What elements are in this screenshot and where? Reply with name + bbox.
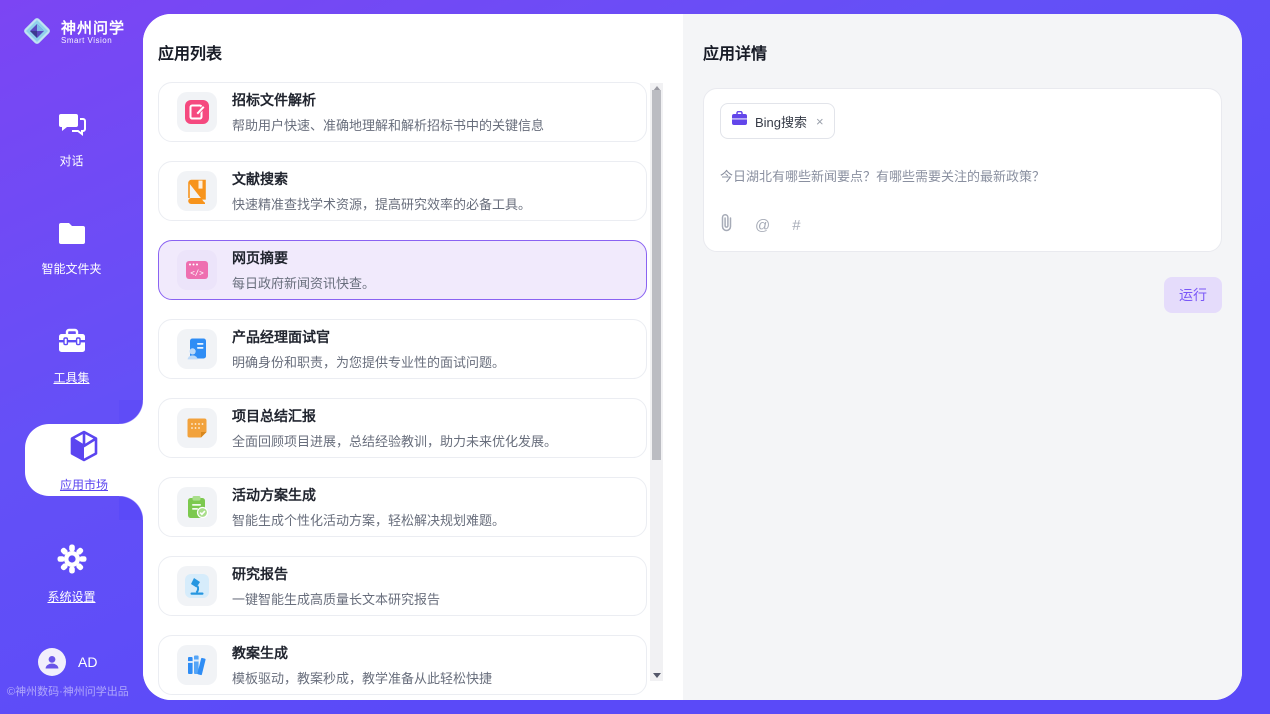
app-name: 招标文件解析 (232, 90, 544, 110)
app-detail-title: 应用详情 (703, 40, 1222, 64)
run-row: 运行 (703, 277, 1222, 313)
scrollbar-down-arrow[interactable] (653, 673, 661, 678)
gem-logo-icon (20, 14, 54, 53)
app-name: 文献搜索 (232, 169, 531, 189)
tool-chip-label: Bing搜索 (755, 112, 807, 131)
sidebar-item-label: 应用市场 (25, 476, 143, 493)
hashtag-icon[interactable]: # (792, 217, 800, 234)
app-card-bid-analysis[interactable]: 招标文件解析 帮助用户快速、准确地理解和解析招标书中的关键信息 (158, 82, 647, 142)
app-description: 快速精准查找学术资源，提高研究效率的必备工具。 (232, 194, 531, 213)
edit-document-icon (177, 92, 217, 132)
sidebar-item-label: 系统设置 (0, 588, 143, 605)
sidebar: 神州问学 Smart Vision 对话 智能文件夹 (0, 0, 143, 714)
sidebar-item-settings[interactable]: 系统设置 (0, 544, 143, 605)
app-list: 招标文件解析 帮助用户快速、准确地理解和解析招标书中的关键信息 文献搜索 快速精… (158, 82, 647, 700)
run-button[interactable]: 运行 (1164, 277, 1222, 313)
briefcase-icon (731, 111, 748, 131)
interview-doc-icon (177, 329, 217, 369)
content-frame: 应用列表 招标文件解析 帮助用户快速、准确地理解和解析招标书中的关键信息 (143, 14, 1242, 700)
app-list-title: 应用列表 (158, 40, 683, 64)
user-account[interactable]: AD (38, 648, 97, 676)
close-icon[interactable]: × (816, 114, 824, 129)
app-card-research-report[interactable]: 研究报告 一键智能生成高质量长文本研究报告 (158, 556, 647, 616)
app-card-literature-search[interactable]: 文献搜索 快速精准查找学术资源，提高研究效率的必备工具。 (158, 161, 647, 221)
books-icon (177, 645, 217, 685)
sidebar-item-label: 对话 (0, 152, 143, 169)
sidebar-item-label: 智能文件夹 (0, 260, 143, 277)
tool-chip-bing-search[interactable]: Bing搜索 × (720, 103, 835, 139)
app-name: 教案生成 (232, 643, 492, 663)
sidebar-item-app-market[interactable]: 应用市场 (25, 430, 143, 493)
web-code-icon: </> (177, 250, 217, 290)
app-description: 智能生成个性化活动方案，轻松解决规划难题。 (232, 510, 505, 529)
query-input[interactable]: 今日湖北有哪些新闻要点？有哪些需要关注的最新政策？ (720, 166, 1205, 185)
attachment-toolbar: @ # (720, 213, 801, 237)
app-card-lesson-plan[interactable]: 教案生成 模板驱动，教案秒成，教学准备从此轻松快捷 (158, 635, 647, 695)
scrollbar-thumb[interactable] (652, 90, 661, 460)
brand-subtitle: Smart Vision (61, 37, 125, 45)
app-name: 网页摘要 (232, 248, 375, 268)
sidebar-item-chat[interactable]: 对话 (0, 112, 143, 169)
sticky-note-icon (177, 408, 217, 448)
cube-icon (69, 449, 99, 466)
avatar (38, 648, 66, 676)
brand-name: 神州问学 (61, 21, 125, 37)
app-name: 项目总结汇报 (232, 406, 557, 426)
toolbox-icon (57, 328, 87, 360)
bubble-corner-bottom (119, 496, 143, 520)
app-name: 研究报告 (232, 564, 440, 584)
folder-icon (57, 221, 87, 251)
gear-icon (57, 544, 87, 579)
app-description: 帮助用户快速、准确地理解和解析招标书中的关键信息 (232, 115, 544, 134)
sidebar-item-toolset[interactable]: 工具集 (0, 328, 143, 386)
user-name: AD (78, 654, 97, 670)
mention-icon[interactable]: @ (755, 217, 770, 234)
copyright-text: ©神州数码·神州问学出品 (7, 683, 129, 699)
app-name: 产品经理面试官 (232, 327, 505, 347)
query-card[interactable]: Bing搜索 × 今日湖北有哪些新闻要点？有哪些需要关注的最新政策？ @ # (703, 88, 1222, 252)
app-description: 一键智能生成高质量长文本研究报告 (232, 589, 440, 608)
book-icon (177, 171, 217, 211)
bubble-corner-top (119, 400, 143, 424)
app-description: 模板驱动，教案秒成，教学准备从此轻松快捷 (232, 668, 492, 687)
app-description: 每日政府新闻资讯快查。 (232, 273, 375, 292)
svg-text:</>: </> (190, 269, 204, 278)
app-card-project-summary[interactable]: 项目总结汇报 全面回顾项目进展，总结经验教训，助力未来优化发展。 (158, 398, 647, 458)
list-scrollbar[interactable] (650, 83, 663, 681)
app-name: 活动方案生成 (232, 485, 505, 505)
app-description: 明确身份和职责，为您提供专业性的面试问题。 (232, 352, 505, 371)
sidebar-item-label: 工具集 (0, 369, 143, 386)
app-card-web-summary[interactable]: </> 网页摘要 每日政府新闻资讯快查。 (158, 240, 647, 300)
microscope-icon (177, 566, 217, 606)
brand-logo: 神州问学 Smart Vision (20, 14, 125, 53)
app-list-panel: 应用列表 招标文件解析 帮助用户快速、准确地理解和解析招标书中的关键信息 (143, 14, 683, 700)
clipboard-check-icon (177, 487, 217, 527)
app-card-pm-interviewer[interactable]: 产品经理面试官 明确身份和职责，为您提供专业性的面试问题。 (158, 319, 647, 379)
app-card-event-plan[interactable]: 活动方案生成 智能生成个性化活动方案，轻松解决规划难题。 (158, 477, 647, 537)
app-detail-panel: 应用详情 Bing搜索 × 今日湖北有哪些新闻要点？有哪些需要关注的最新政策？ (683, 14, 1242, 700)
app-description: 全面回顾项目进展，总结经验教训，助力未来优化发展。 (232, 431, 557, 450)
sidebar-item-smart-folder[interactable]: 智能文件夹 (0, 221, 143, 277)
paperclip-icon[interactable] (720, 213, 733, 237)
chat-icon (58, 112, 86, 143)
